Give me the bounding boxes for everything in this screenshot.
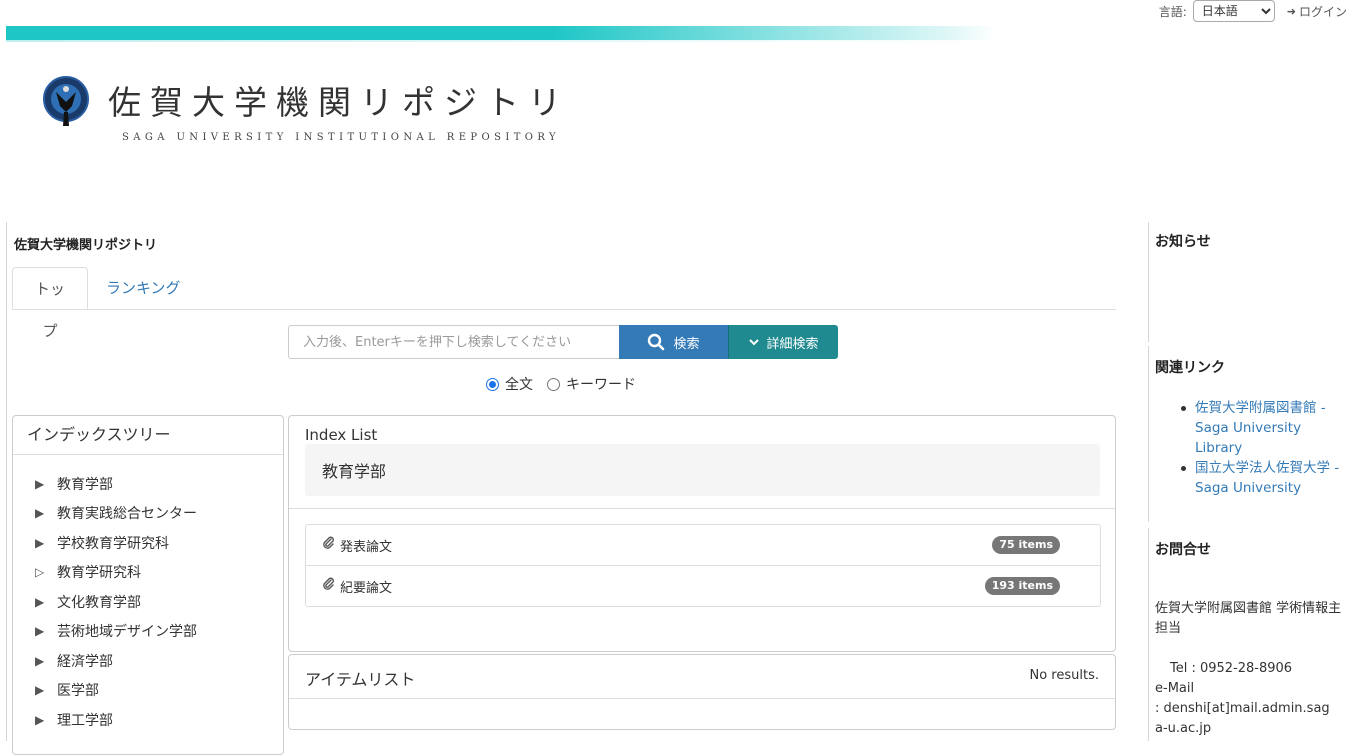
index-children-list: 発表論文 75 items 紀要論文 193 items (305, 524, 1101, 607)
contact-email[interactable]: : denshi[at]mail.admin.saga-u.ac.jp (1155, 699, 1335, 739)
index-heading: 教育学部 (305, 444, 1100, 496)
login-label: ログイン (1298, 4, 1347, 19)
search-icon (648, 333, 665, 351)
login-icon: ➜ (1286, 4, 1296, 18)
index-tree-panel: インデックスツリー ▶ 教育学部 ▶ 教育実践総合センター ▶ 学校教育学研究科 ▷ 教… (12, 415, 284, 755)
tree-item-label[interactable]: 文化教育学部 (57, 592, 141, 612)
tab-bar: トップ ランキング (12, 267, 1116, 340)
tree-item[interactable]: ▶ 芸術地域デザイン学部 (35, 617, 283, 647)
tree-item-label[interactable]: 経済学部 (57, 651, 113, 671)
advanced-search-label: 詳細検索 (766, 336, 819, 352)
chevron-down-icon (749, 339, 760, 346)
expand-arrow-icon[interactable]: ▶ (35, 536, 57, 550)
tree-item[interactable]: ▷ 教育学研究科 (35, 558, 283, 588)
count-badge: 193 items (984, 577, 1060, 595)
search-button[interactable]: 検索 (619, 325, 728, 359)
related-link-university[interactable]: 国立大学法人佐賀大学 - Saga University (1181, 458, 1345, 498)
header-accent-bar (6, 26, 996, 42)
index-list-label: Index List (305, 426, 378, 444)
paperclip-icon (322, 536, 336, 554)
expand-arrow-icon[interactable]: ▶ (35, 477, 57, 491)
related-link-library[interactable]: 佐賀大学附属図書館 - Saga University Library (1181, 398, 1345, 458)
logo-title: 佐賀大学機関リポジトリ (108, 83, 570, 122)
tree-item-label[interactable]: 学校教育学研究科 (57, 533, 169, 553)
list-item[interactable]: 発表論文 75 items (306, 525, 1100, 565)
search-input[interactable] (288, 325, 619, 359)
contact-org: 佐賀大学附属図書館 学術情報主担当 (1155, 601, 1342, 636)
expand-arrow-icon[interactable]: ▶ (35, 683, 57, 697)
tree-item[interactable]: ▶ 理工学部 (35, 705, 283, 735)
sidebar-divider-3 (1148, 528, 1149, 741)
contact-email-label: e-Mail (1155, 681, 1195, 696)
radio-keyword-label: キーワード (566, 377, 636, 393)
tree-item-label[interactable]: 教育学部 (57, 474, 113, 494)
tree-item[interactable]: ▶ 医学部 (35, 676, 283, 706)
expand-arrow-icon[interactable]: ▶ (35, 506, 57, 520)
radio-fulltext[interactable] (486, 377, 499, 391)
language-select[interactable]: 日本語 (1192, 0, 1275, 22)
site-logo[interactable]: 佐賀大学機関リポジトリ SAGA UNIVERSITY INSTITUTIONA… (42, 76, 562, 156)
logo-subtitle: SAGA UNIVERSITY INSTITUTIONAL REPOSITORY (122, 132, 561, 143)
tree-item[interactable]: ▶ 教育学部 (35, 469, 283, 499)
leaf-arrow-icon[interactable]: ▷ (35, 565, 57, 579)
list-item-label[interactable]: 紀要論文 (340, 577, 392, 596)
expand-arrow-icon[interactable]: ▶ (35, 713, 57, 727)
sidebar-divider-2 (1148, 346, 1149, 522)
tree-item-label[interactable]: 教育実践総合センター (57, 503, 197, 523)
item-list-title: アイテムリスト (305, 670, 416, 689)
notice-title: お知らせ (1155, 234, 1211, 250)
related-links-title: 関連リンク (1155, 360, 1225, 376)
login-link[interactable]: ➜ ログイン (1287, 3, 1347, 20)
index-tree-title: インデックスツリー (13, 416, 283, 455)
left-divider (6, 222, 7, 741)
contact-title: お問合せ (1155, 542, 1211, 558)
expand-arrow-icon[interactable]: ▶ (35, 595, 57, 609)
tab-top[interactable]: トップ (12, 267, 88, 340)
tree-item[interactable]: ▶ 文化教育学部 (35, 587, 283, 617)
tab-ranking[interactable]: ランキング (90, 267, 197, 309)
search-button-label: 検索 (673, 336, 700, 352)
divider (289, 508, 1115, 509)
radio-fulltext-label: 全文 (505, 377, 533, 393)
page-title: 佐賀大学機関リポジトリ (14, 238, 158, 253)
language-label: 言語: (1158, 4, 1187, 19)
advanced-search-button[interactable]: 詳細検索 (728, 325, 838, 359)
tree-item[interactable]: ▶ 教育実践総合センター (35, 499, 283, 529)
paperclip-icon (322, 577, 336, 595)
no-results-text: No results. (1029, 668, 1100, 683)
tree-item-label[interactable]: 教育学研究科 (57, 562, 141, 582)
item-list-header: アイテムリスト No results. (289, 655, 1115, 699)
list-item-label[interactable]: 発表論文 (340, 536, 392, 555)
contact-tel: Tel : 0952-28-8906 (1170, 661, 1293, 676)
expand-arrow-icon[interactable]: ▶ (35, 624, 57, 638)
tree-item-label[interactable]: 理工学部 (57, 710, 113, 730)
tree-item[interactable]: ▶ 経済学部 (35, 646, 283, 676)
tree-item-label[interactable]: 芸術地域デザイン学部 (57, 621, 197, 641)
index-tree-list: ▶ 教育学部 ▶ 教育実践総合センター ▶ 学校教育学研究科 ▷ 教育学研究科 ▶ 文化教… (13, 455, 283, 735)
list-item[interactable]: 紀要論文 193 items (306, 565, 1100, 606)
radio-keyword[interactable] (547, 377, 560, 391)
language-switcher: 言語: 日本語 ➜ ログイン (1159, 0, 1347, 22)
count-badge: 75 items (992, 536, 1060, 554)
search-mode: 全文 キーワード (486, 374, 636, 394)
related-links: 佐賀大学附属図書館 - Saga University Library 国立大学… (1181, 398, 1345, 498)
expand-arrow-icon[interactable]: ▶ (35, 654, 57, 668)
index-list-panel: Index List 教育学部 発表論文 75 items 紀要論文 193 i… (288, 415, 1116, 652)
sidebar-divider-1 (1148, 222, 1149, 342)
tree-item[interactable]: ▶ 学校教育学研究科 (35, 528, 283, 558)
tree-item-label[interactable]: 医学部 (57, 680, 99, 700)
item-list-panel: アイテムリスト No results. (288, 654, 1116, 730)
university-emblem-icon (43, 76, 89, 126)
